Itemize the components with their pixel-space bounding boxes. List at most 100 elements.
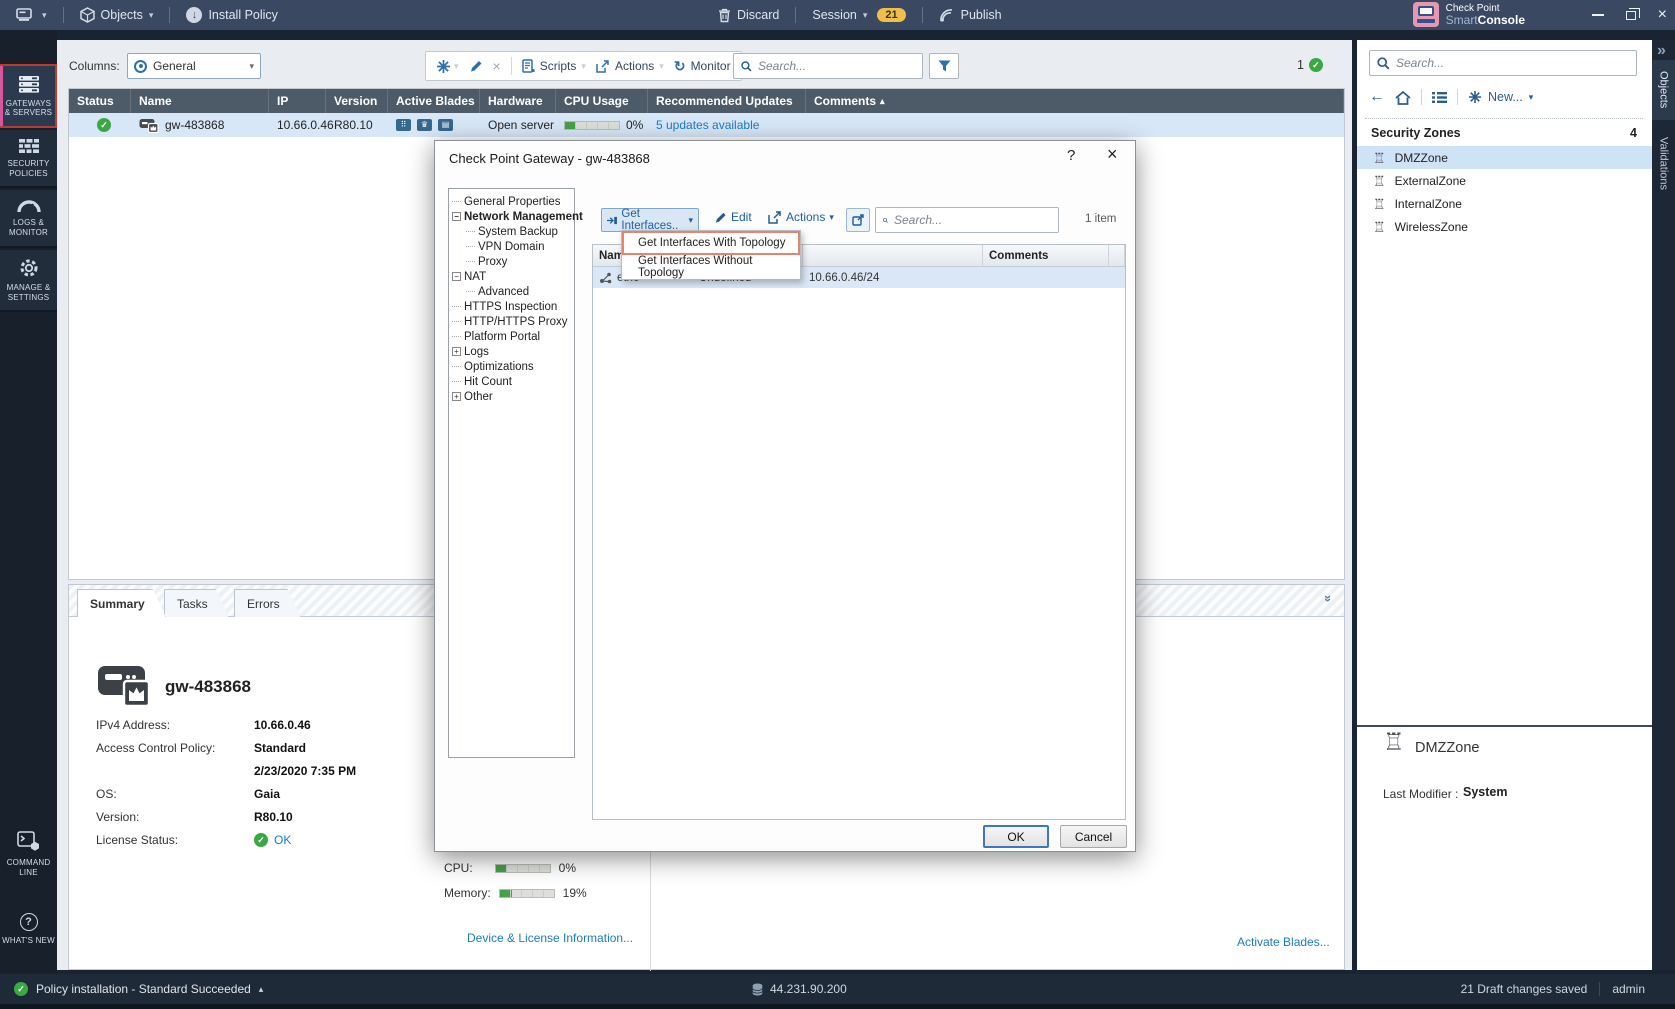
collapse-icon[interactable]: − [452,212,461,221]
cube-icon [80,7,95,23]
close-icon[interactable]: × [1107,144,1118,165]
tab-errors[interactable]: Errors [234,589,301,617]
col-comments[interactable]: Comments▴ [806,89,1344,113]
collapse-panel-icon[interactable]: » [1321,595,1336,602]
activate-blades-link[interactable]: Activate Blades... [1237,935,1330,949]
cancel-button[interactable]: Cancel [1060,825,1127,848]
menu-item-without-topology[interactable]: Get Interfaces Without Topology [622,255,800,279]
col-active-blades[interactable]: Active Blades [388,89,480,113]
updates-link[interactable]: 5 updates available [656,118,759,132]
tree-item[interactable]: +Logs [452,344,574,359]
tab-objects[interactable]: Objects [1652,60,1675,120]
tree-item[interactable]: System Backup [452,224,574,239]
list-item-externalzone[interactable]: ♖ExternalZone [1357,169,1652,192]
app-menu-button[interactable]: ▾ [10,8,53,23]
tree-item[interactable]: VPN Domain [452,239,574,254]
col-cpu-usage[interactable]: CPU Usage [556,89,648,113]
expand-icon[interactable]: + [452,347,461,356]
edit-interface-button[interactable]: Edit [714,210,752,224]
col-ip[interactable] [803,245,983,266]
gateway-table-row[interactable]: ✓ gw-483868 10.66.0.46 R80.10 ⠿ ♛ ▤ Open… [69,113,1344,137]
tree-item[interactable]: +Other [452,389,574,404]
install-policy-button[interactable]: ↓ Install Policy [180,7,283,23]
col-hardware[interactable]: Hardware [480,89,556,113]
objects-menu-button[interactable]: Objects ▾ [74,7,160,23]
sidebar-item-manage-settings[interactable]: MANAGE & SETTINGS [0,250,57,312]
minimize-button[interactable] [1592,14,1604,16]
sidebar-item-whats-new[interactable]: ? WHAT'S NEW [0,898,57,960]
sidebar-item-gateways-servers[interactable]: GATEWAYS & SERVERS [0,64,57,128]
tab-tasks[interactable]: Tasks [164,589,229,617]
get-interfaces-button[interactable]: Get Interfaces.. ▾ [601,208,699,232]
popout-button[interactable] [846,208,870,232]
col-ip[interactable]: IP [269,89,326,113]
list-item-internalzone[interactable]: ♖InternalZone [1357,192,1652,215]
help-icon[interactable]: ? [1067,147,1075,164]
policy-status[interactable]: ✓ Policy installation - Standard Succeed… [14,982,263,996]
actions-menu-button[interactable]: Actions ▾ [596,59,664,73]
tree-item[interactable]: HTTP/HTTPS Proxy [452,314,574,329]
device-license-link[interactable]: Device & License Information... [467,931,633,945]
new-gateway-button[interactable]: ▾ [436,59,459,74]
get-interfaces-menu: Get Interfaces With Topology Get Interfa… [621,230,801,280]
close-button[interactable]: × [1658,7,1667,23]
interfaces-search[interactable] [875,207,1059,233]
memory-value: 19% [563,886,587,900]
columns-view-dropdown[interactable]: General ▾ [127,53,261,79]
col-version[interactable]: Version [326,89,388,113]
scripts-menu-button[interactable]: Scripts ▾ [522,59,586,73]
list-item-wirelesszone[interactable]: ♖WirelessZone [1357,215,1652,238]
col-comments[interactable]: Comments [983,245,1109,266]
main-search[interactable] [733,53,923,79]
publish-button[interactable]: Publish [933,8,1008,22]
tree-item[interactable]: HTTPS Inspection [452,299,574,314]
monitor-button[interactable]: ↻ Monitor [674,58,731,75]
search-input[interactable] [1396,56,1629,70]
sidebar-item-logs-monitor[interactable]: LOGS & MONITOR [0,190,57,248]
menu-item-with-topology[interactable]: Get Interfaces With Topology [622,231,800,255]
expand-icon[interactable]: + [452,392,461,401]
col-name[interactable]: Name [131,89,269,113]
edit-button[interactable] [469,59,483,73]
interface-actions-button[interactable]: Actions ▾ [768,210,834,224]
policy-date: 2/23/2020 7:35 PM [254,764,356,778]
dialog-title: Check Point Gateway - gw-483868 [449,151,650,166]
search-input[interactable] [894,213,1051,227]
tab-summary[interactable]: Summary [77,589,166,617]
collapse-icon[interactable]: − [452,272,461,281]
restore-button[interactable] [1626,11,1636,20]
smartconsole-logo-icon [1413,2,1439,27]
license-value[interactable]: OK [274,833,291,847]
session-menu-button[interactable]: Session ▾ 21 [806,8,911,22]
search-input[interactable] [758,59,915,73]
new-label: New... [1488,90,1523,104]
tree-item[interactable]: General Properties [452,194,574,209]
list-item-dmzzone[interactable]: ♖DMZZone [1357,146,1652,169]
list-view-icon[interactable] [1432,91,1447,104]
caret-down-icon: ▾ [149,10,154,21]
col-status[interactable]: Status [69,89,131,113]
sidebar-item-security-policies[interactable]: SECURITY POLICIES [0,130,57,188]
sidebar-item-command-line[interactable]: COMMAND LINE [0,820,57,888]
back-icon[interactable]: ← [1369,88,1385,106]
delete-button[interactable]: × [493,58,501,74]
tree-item[interactable]: Proxy [452,254,574,269]
col-recommended-updates[interactable]: Recommended Updates [648,89,806,113]
discard-button[interactable]: Discard [712,8,785,23]
expand-panel-icon[interactable]: » [1657,42,1666,60]
objects-search[interactable] [1369,50,1637,76]
table-header[interactable]: Status Name IP Version Active Blades Har… [69,89,1344,113]
tree-item[interactable]: −NAT [452,269,574,284]
tab-validations[interactable]: Validations [1652,124,1675,202]
ok-button[interactable]: OK [983,825,1049,848]
new-object-button[interactable]: New... ▾ [1468,90,1533,104]
tree-item[interactable]: Hit Count [452,374,574,389]
tree-item[interactable]: Optimizations [452,359,574,374]
session-changes-badge[interactable]: 21 [877,8,905,22]
home-icon[interactable] [1395,90,1411,105]
tree-item[interactable]: Platform Portal [452,329,574,344]
divider [1421,89,1422,105]
filter-button[interactable] [929,53,959,79]
tree-item[interactable]: Advanced [452,284,574,299]
tree-item-selected[interactable]: −Network Management [452,209,574,224]
